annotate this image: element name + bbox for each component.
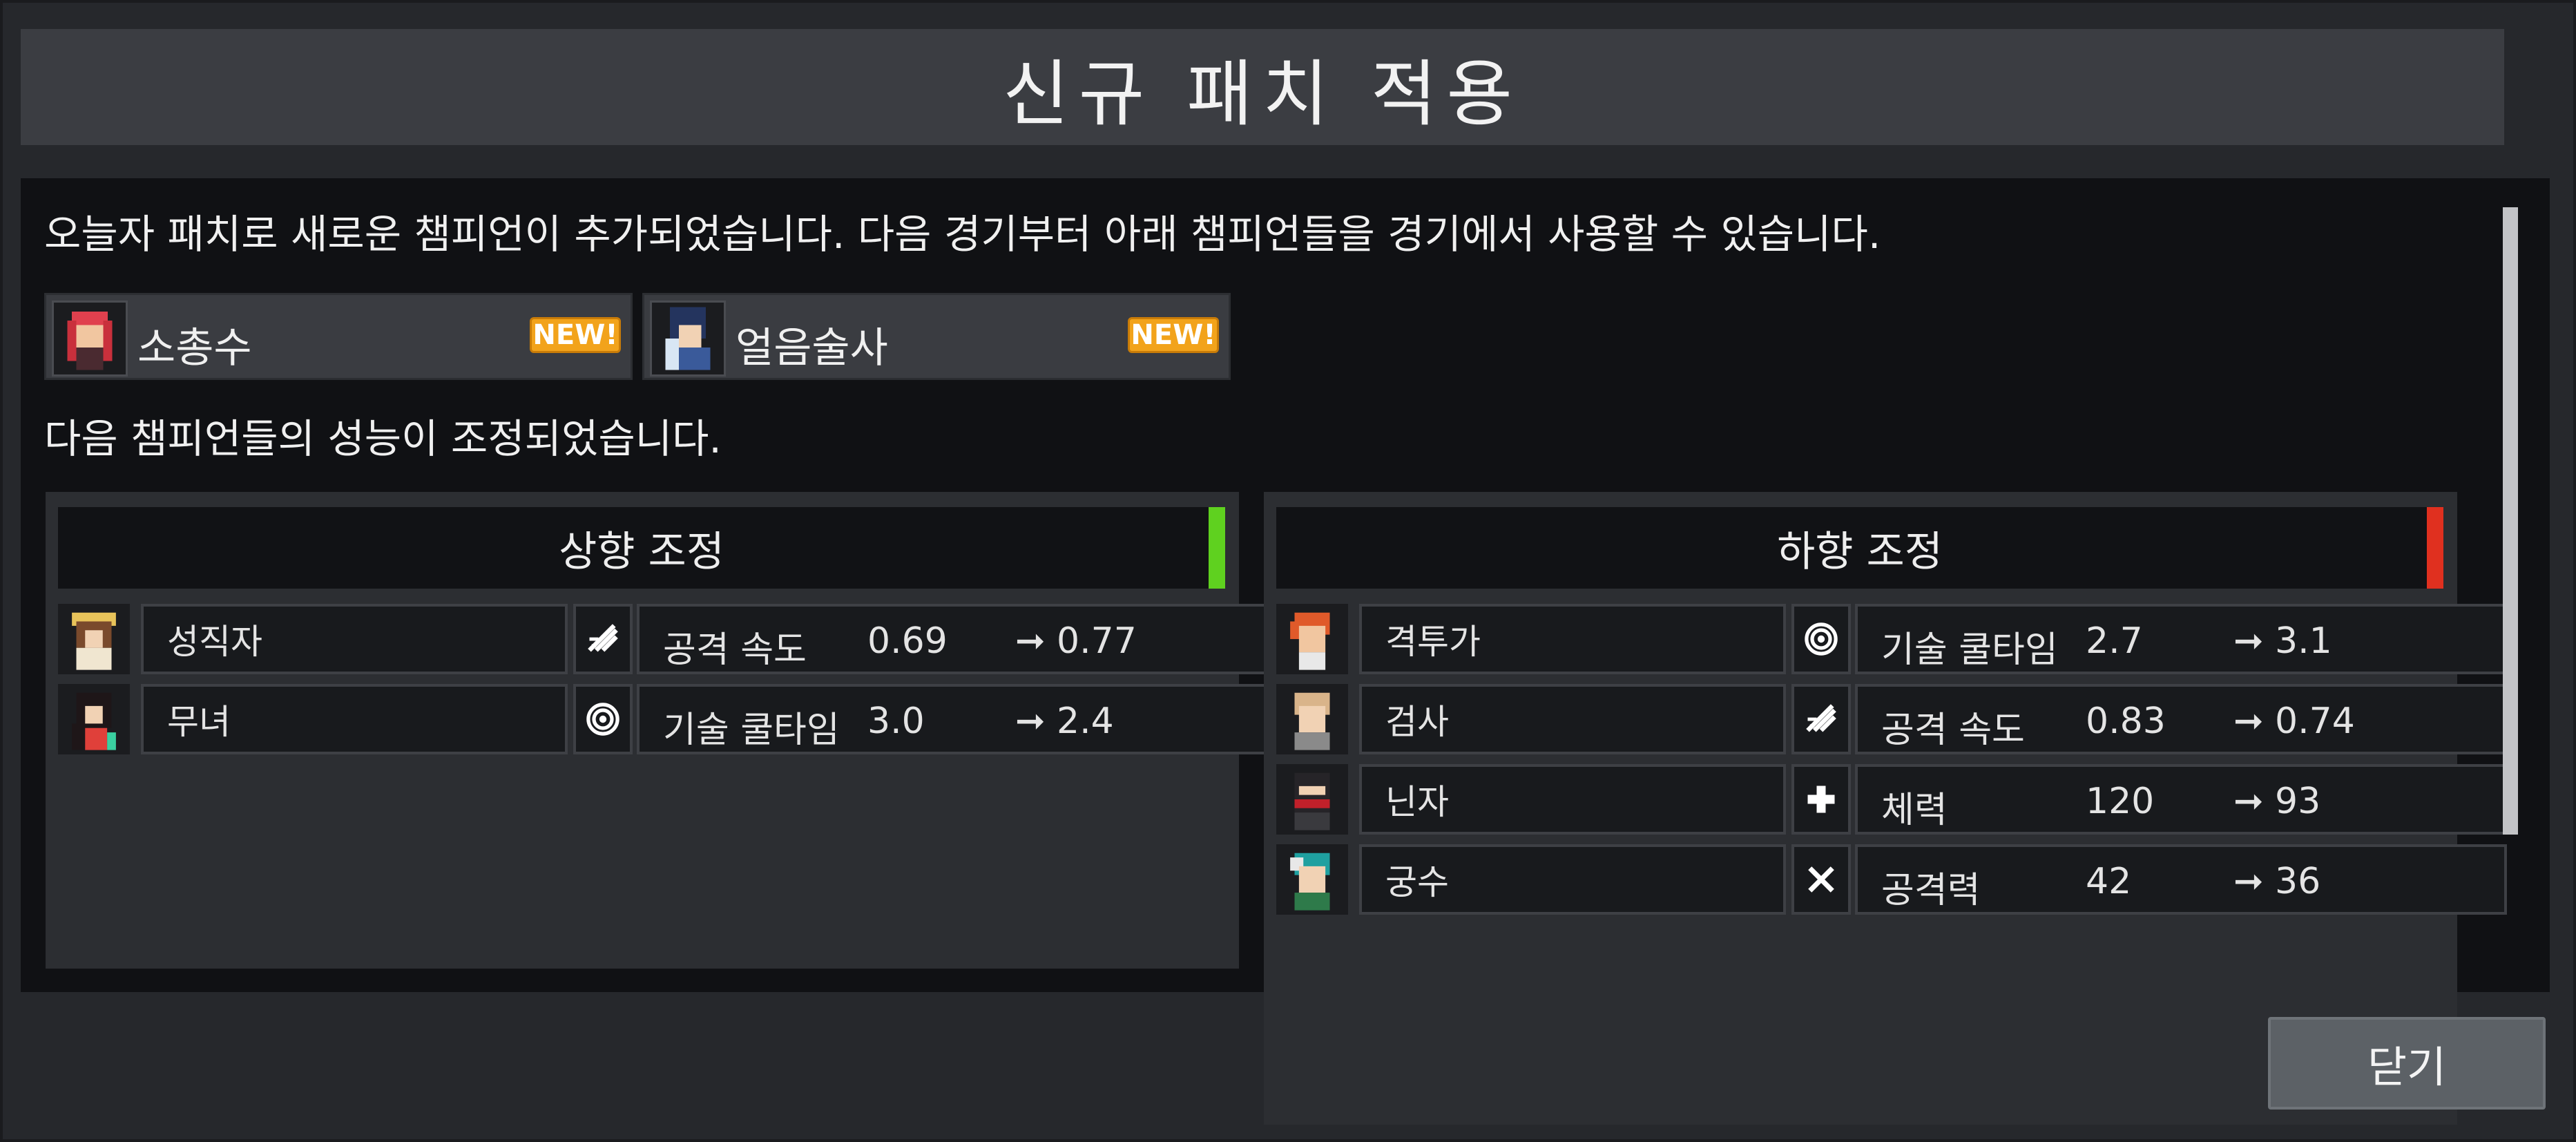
stat-new-value: 0.77 xyxy=(1057,620,1137,662)
stat-label: 기술 쿨타임 xyxy=(1881,629,2058,671)
buff-accent-bar xyxy=(1209,507,1225,589)
ninja-portrait-icon xyxy=(1294,772,1330,830)
champion-name: 격투가 xyxy=(1359,604,1786,674)
nerf-panel-title: 하향 조정 xyxy=(1777,527,1943,576)
champion-name: 무녀 xyxy=(141,684,568,754)
champion-avatar xyxy=(1276,764,1348,835)
health-icon xyxy=(1807,786,1835,813)
champion-name: 궁수 xyxy=(1359,844,1786,915)
new-champion-card[interactable]: 소총수 NEW! xyxy=(44,293,633,380)
cooldown-icon xyxy=(1805,622,1838,656)
scrollbar[interactable] xyxy=(2503,207,2518,835)
stat-change: 공격 속도 0.83 ➞ 0.74 xyxy=(1855,684,2507,754)
stat-icon-box xyxy=(1791,684,1851,754)
arrow-icon: ➞ xyxy=(2233,701,2264,742)
stat-old-value: 42 xyxy=(2086,861,2132,902)
title-bar: 신규 패치 적용 xyxy=(21,29,2504,145)
stat-new-value: 36 xyxy=(2275,861,2321,902)
stat-new-value: 0.74 xyxy=(2275,701,2355,742)
arrow-icon: ➞ xyxy=(1015,701,1046,742)
nerf-accent-bar xyxy=(2427,507,2443,589)
stat-icon-box xyxy=(573,684,633,754)
stat-old-value: 3.0 xyxy=(867,701,925,742)
shrine-maiden-portrait-icon xyxy=(72,692,116,750)
stat-icon-box xyxy=(1791,604,1851,674)
champion-avatar xyxy=(58,604,130,674)
arrow-icon: ➞ xyxy=(2233,861,2264,902)
stat-label: 기술 쿨타임 xyxy=(663,710,840,751)
archer-portrait-icon xyxy=(1290,853,1330,911)
arrow-icon: ➞ xyxy=(2233,620,2264,662)
buff-panel-header: 상향 조정 xyxy=(58,507,1225,589)
stat-new-value: 3.1 xyxy=(2275,620,2332,662)
stat-change: 공격 속도 0.69 ➞ 0.77 xyxy=(637,604,1289,674)
champion-portrait xyxy=(650,301,726,377)
cooldown-icon xyxy=(586,703,619,736)
new-champion-card[interactable]: 얼음술사 NEW! xyxy=(642,293,1231,380)
new-badge: NEW! xyxy=(1128,317,1219,353)
champion-avatar xyxy=(1276,604,1348,674)
fighter-portrait-icon xyxy=(1290,612,1330,670)
stat-old-value: 120 xyxy=(2086,781,2155,822)
adjust-intro-text: 다음 챔피언들의 성능이 조정되었습니다. xyxy=(44,415,722,462)
stat-icon-box xyxy=(1791,844,1851,915)
nerf-panel-header: 하향 조정 xyxy=(1276,507,2443,589)
dialog-title: 신규 패치 적용 xyxy=(1002,51,1523,136)
stat-label: 공격력 xyxy=(1881,870,1981,911)
champion-name: 검사 xyxy=(1359,684,1786,754)
champion-avatar xyxy=(1276,684,1348,754)
stat-icon-box xyxy=(1791,764,1851,835)
stat-change: 체력 120 ➞ 93 xyxy=(1855,764,2507,835)
buff-panel: 상향 조정 성직자 공격 속도 0.69 ➞ 0.77 무녀 기술 쿨타임 3.… xyxy=(46,492,1289,969)
champion-name: 소총수 xyxy=(137,324,252,372)
attack-speed-icon xyxy=(588,624,618,652)
stat-icon-box xyxy=(573,604,633,674)
stat-old-value: 2.7 xyxy=(2086,620,2143,662)
stat-new-value: 93 xyxy=(2275,781,2321,822)
champion-avatar xyxy=(58,684,130,754)
close-button[interactable]: 닫기 xyxy=(2268,1017,2546,1110)
arrow-icon: ➞ xyxy=(1015,620,1046,662)
stat-label: 공격 속도 xyxy=(663,629,807,671)
stat-new-value: 2.4 xyxy=(1057,701,1114,742)
content-area: 오늘자 패치로 새로운 챔피언이 추가되었습니다. 다음 경기부터 아래 챔피언… xyxy=(21,178,2550,1125)
champion-avatar xyxy=(1276,844,1348,915)
stat-label: 공격 속도 xyxy=(1881,710,2025,751)
priest-portrait-icon xyxy=(72,612,116,670)
stat-old-value: 0.69 xyxy=(867,620,948,662)
new-badge: NEW! xyxy=(530,317,621,353)
stat-old-value: 0.83 xyxy=(2086,701,2166,742)
champion-name: 얼음술사 xyxy=(736,324,888,372)
arrow-icon: ➞ xyxy=(2233,781,2264,822)
stat-change: 공격력 42 ➞ 36 xyxy=(1855,844,2507,915)
intro-text: 오늘자 패치로 새로운 챔피언이 추가되었습니다. 다음 경기부터 아래 챔피언… xyxy=(44,211,1881,258)
buff-panel-title: 상향 조정 xyxy=(559,527,724,576)
stat-change: 기술 쿨타임 2.7 ➞ 3.1 xyxy=(1855,604,2507,674)
attack-speed-icon xyxy=(1806,704,1836,732)
champion-portrait xyxy=(52,301,128,377)
attack-power-icon xyxy=(1808,866,1834,893)
patch-dialog: 신규 패치 적용 오늘자 패치로 새로운 챔피언이 추가되었습니다. 다음 경기… xyxy=(0,0,2576,1142)
champion-name: 성직자 xyxy=(141,604,568,674)
ice-mage-portrait-icon xyxy=(665,307,711,370)
rifleman-portrait-icon xyxy=(67,312,113,370)
stat-change: 기술 쿨타임 3.0 ➞ 2.4 xyxy=(637,684,1289,754)
stat-label: 체력 xyxy=(1881,790,1948,831)
swordsman-portrait-icon xyxy=(1294,692,1330,750)
champion-name: 닌자 xyxy=(1359,764,1786,835)
